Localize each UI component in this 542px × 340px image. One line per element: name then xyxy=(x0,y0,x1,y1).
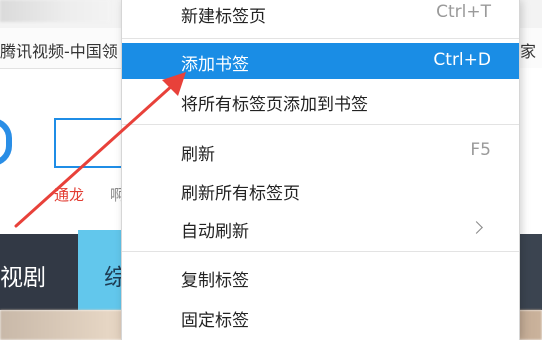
tab-context-menu: 新建标签页 Ctrl+T 添加书签 Ctrl+D 将所有标签页添加到书签 刷新 … xyxy=(121,0,520,340)
menu-item-label: 将所有标签页添加到书签 xyxy=(181,95,368,115)
browser-tab[interactable] xyxy=(0,0,110,22)
bookmark-tencent-video[interactable]: 腾讯视频-中国领 xyxy=(0,38,118,62)
menu-item-reload-all-tabs[interactable]: 刷新所有标签页 xyxy=(122,172,519,208)
site-nav-bar-edge xyxy=(520,234,542,310)
menu-item-auto-refresh[interactable]: 自动刷新 xyxy=(122,210,519,246)
bookmark-partial[interactable]: 家 xyxy=(520,38,536,62)
nav-item-tv-series-label: 视剧 xyxy=(0,265,46,291)
menu-separator xyxy=(122,251,519,252)
menu-item-bookmark-all-tabs[interactable]: 将所有标签页添加到书签 xyxy=(122,83,519,119)
menu-item-shortcut: Ctrl+T xyxy=(436,2,491,22)
hot-search-word[interactable]: 通龙 xyxy=(54,184,84,205)
menu-item-label: 新建标签页 xyxy=(181,7,266,27)
menu-item-new-tab[interactable]: 新建标签页 Ctrl+T xyxy=(122,0,519,31)
menu-item-label: 刷新 xyxy=(181,145,215,165)
menu-item-reload[interactable]: 刷新 F5 xyxy=(122,133,519,169)
menu-item-label: 自动刷新 xyxy=(181,222,249,242)
menu-item-label: 固定标签 xyxy=(181,311,249,331)
page-content-edge xyxy=(520,68,542,234)
menu-item-add-bookmark[interactable]: 添加书签 Ctrl+D xyxy=(122,43,519,79)
menu-item-pin-tab[interactable]: 固定标签 xyxy=(122,299,519,335)
menu-item-shortcut: Ctrl+D xyxy=(433,50,491,70)
menu-item-label: 刷新所有标签页 xyxy=(181,184,300,204)
menu-item-shortcut: F5 xyxy=(470,140,491,160)
menu-separator xyxy=(122,38,519,39)
chevron-right-icon xyxy=(470,221,483,234)
menu-separator xyxy=(122,124,519,125)
menu-item-duplicate-tab[interactable]: 复制标签 xyxy=(122,259,519,295)
menu-item-label: 复制标签 xyxy=(181,271,249,291)
menu-item-label: 添加书签 xyxy=(181,55,249,75)
